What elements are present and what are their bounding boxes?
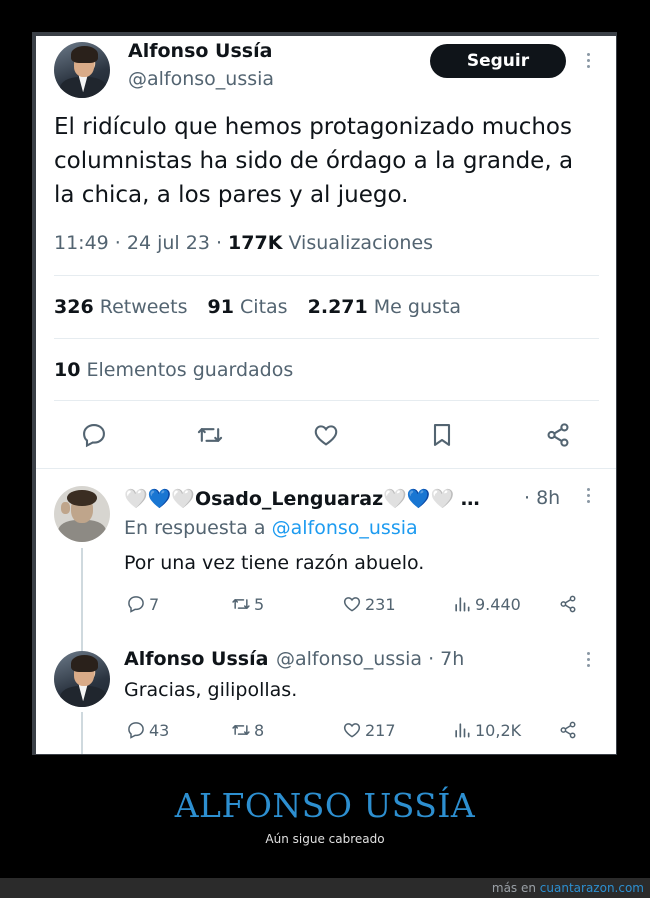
reply-avatar[interactable] bbox=[54, 486, 110, 542]
reply-time[interactable]: · 8h bbox=[524, 487, 560, 509]
likes-stat[interactable]: 2.271 Me gusta bbox=[308, 296, 461, 318]
like-icon bbox=[343, 723, 361, 738]
bookmark-icon[interactable] bbox=[428, 421, 456, 449]
saved-count: 10 bbox=[54, 359, 81, 381]
divider bbox=[54, 400, 599, 401]
like-count: 231 bbox=[365, 594, 396, 614]
footer-bar: más en cuantarazon.com bbox=[0, 878, 650, 898]
share-button[interactable] bbox=[558, 594, 581, 614]
like-count-button[interactable]: 231 bbox=[342, 594, 396, 614]
views-label: Visualizaciones bbox=[282, 232, 434, 254]
tweet-frame: Alfonso Ussía @alfonso_ussia Seguir El r… bbox=[32, 32, 617, 755]
more-options-icon[interactable] bbox=[585, 488, 591, 506]
reply-to-prefix: En respuesta a bbox=[124, 517, 272, 539]
caption-title: ALFONSO USSÍA bbox=[174, 786, 476, 825]
retweet-count: 8 bbox=[254, 720, 265, 740]
tweet-meta: 11:49 · 24 jul 23 · 177K Visualizaciones bbox=[54, 232, 433, 254]
share-icon[interactable] bbox=[544, 421, 572, 449]
like-count: 217 bbox=[365, 720, 396, 740]
views-count-button[interactable]: 10,2K bbox=[452, 720, 521, 740]
reply-author-name[interactable]: Alfonso Ussía bbox=[124, 648, 268, 670]
retweets-count: 326 bbox=[54, 296, 94, 318]
engagement-stats: 326 Retweets 91 Citas 2.271 Me gusta bbox=[54, 296, 475, 318]
retweet-icon[interactable] bbox=[196, 421, 224, 449]
author-handle[interactable]: @alfonso_ussia bbox=[128, 68, 274, 90]
likes-label: Me gusta bbox=[373, 296, 461, 318]
reply-author-name[interactable]: 🤍💙🤍Osado_Lenguaraz🤍💙🤍 … bbox=[124, 487, 480, 510]
reply-to-line: En respuesta a @alfonso_ussia bbox=[124, 517, 418, 539]
tweet-card: Alfonso Ussía @alfonso_ussia Seguir El r… bbox=[36, 36, 616, 754]
follow-button[interactable]: Seguir bbox=[430, 44, 566, 78]
views-count: 9.440 bbox=[475, 594, 521, 614]
footer-site-link[interactable]: cuantarazon.com bbox=[540, 881, 644, 895]
tweet-timestamp[interactable]: 11:49 · 24 jul 23 · bbox=[54, 232, 228, 254]
tweet-text: El ridículo que hemos protagonizado much… bbox=[54, 114, 574, 208]
caption-subtitle: Aún sigue cabreado bbox=[265, 832, 385, 846]
quotes-count: 91 bbox=[207, 296, 234, 318]
views-count: 10,2K bbox=[475, 720, 522, 740]
reply-text: Gracias, gilipollas. bbox=[124, 679, 298, 701]
retweet-count-button[interactable]: 5 bbox=[231, 594, 264, 614]
quotes-label: Citas bbox=[240, 296, 288, 318]
reply-icon bbox=[128, 722, 144, 739]
author-avatar[interactable] bbox=[54, 42, 110, 98]
retweet-count-button[interactable]: 8 bbox=[231, 720, 264, 740]
share-icon bbox=[560, 595, 576, 613]
likes-count: 2.271 bbox=[307, 296, 368, 318]
reply-icon[interactable] bbox=[80, 421, 108, 449]
reply-text: Por una vez tiene razón abuelo. bbox=[124, 552, 425, 574]
more-options-icon[interactable] bbox=[585, 652, 591, 670]
retweets-stat[interactable]: 326 Retweets bbox=[54, 296, 187, 318]
retweet-icon bbox=[232, 599, 250, 609]
divider bbox=[54, 275, 599, 276]
saved-label: Elementos guardados bbox=[86, 359, 294, 381]
footer-text: más en cuantarazon.com bbox=[492, 881, 644, 895]
reply-count-button[interactable]: 43 bbox=[126, 720, 169, 740]
quotes-stat[interactable]: 91 Citas bbox=[208, 296, 288, 318]
reply-count-button[interactable]: 7 bbox=[126, 594, 159, 614]
reply-avatar[interactable] bbox=[54, 651, 110, 707]
reply-handle-time[interactable]: @alfonso_ussia · 7h bbox=[276, 648, 464, 670]
footer-prefix: más en bbox=[491, 881, 540, 895]
reply-count: 7 bbox=[149, 594, 160, 614]
reply-to-handle[interactable]: @alfonso_ussia bbox=[272, 517, 418, 539]
retweets-label: Retweets bbox=[99, 296, 188, 318]
views-count: 177K bbox=[228, 232, 283, 254]
author-name[interactable]: Alfonso Ussía bbox=[128, 40, 272, 62]
like-icon bbox=[343, 597, 361, 612]
more-options-icon[interactable] bbox=[585, 53, 591, 71]
views-icon bbox=[455, 597, 470, 612]
saved-stat[interactable]: 10 Elementos guardados bbox=[54, 359, 293, 381]
share-icon bbox=[560, 721, 576, 739]
retweet-count: 5 bbox=[254, 594, 265, 614]
reply-count: 43 bbox=[149, 720, 170, 740]
views-count-button[interactable]: 9.440 bbox=[452, 594, 521, 614]
divider bbox=[54, 338, 599, 339]
share-button[interactable] bbox=[558, 720, 581, 740]
reply-icon bbox=[128, 596, 144, 613]
thread-line bbox=[81, 548, 83, 658]
views-icon bbox=[455, 723, 470, 738]
thread-line bbox=[81, 712, 83, 754]
retweet-icon bbox=[232, 725, 250, 735]
like-count-button[interactable]: 217 bbox=[342, 720, 396, 740]
like-icon[interactable] bbox=[312, 421, 340, 449]
divider bbox=[36, 468, 616, 469]
